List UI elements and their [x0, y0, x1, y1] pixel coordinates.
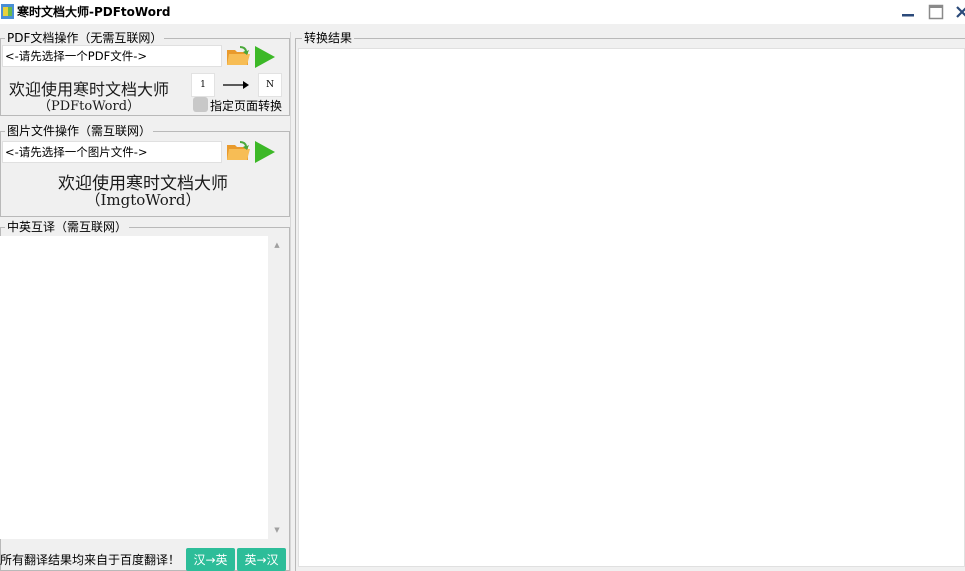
minimize-button[interactable] — [898, 2, 918, 22]
scroll-up-icon[interactable]: ▲ — [268, 238, 286, 252]
translate-group-title: 中英互译（需互联网） — [5, 220, 130, 234]
image-group-title: 图片文件操作（需互联网） — [5, 124, 154, 138]
en-to-zh-button[interactable]: 英→汉 — [237, 548, 286, 571]
arrow-right-icon — [223, 81, 249, 89]
translate-text-area[interactable] — [0, 236, 286, 539]
pdf-start-button[interactable] — [254, 45, 276, 69]
pdf-welcome-line2: （PDFtoWord） — [37, 99, 141, 114]
pdf-group-title: PDF文档操作（无需互联网） — [5, 31, 165, 45]
minimize-icon — [902, 14, 914, 17]
specify-pages-label: 指定页面转换 — [210, 99, 283, 113]
maximize-button[interactable] — [926, 2, 946, 22]
app-icon — [1, 4, 14, 19]
close-icon — [956, 6, 965, 18]
zh-to-en-button[interactable]: 汉→英 — [186, 548, 235, 571]
window-title: 寒时文档大师-PDFtoWord — [17, 5, 171, 19]
result-text-area[interactable] — [298, 48, 965, 567]
image-welcome-line2: （ImgtoWord） — [85, 191, 201, 209]
title-bar: 寒时文档大师-PDFtoWord — [0, 0, 965, 24]
maximize-icon — [928, 4, 944, 20]
scroll-down-icon[interactable]: ▼ — [268, 523, 286, 537]
result-group-title: 转换结果 — [302, 31, 355, 45]
close-button[interactable] — [952, 2, 965, 22]
image-open-folder-button[interactable] — [226, 139, 252, 163]
page-to-input[interactable]: N — [258, 73, 282, 97]
folder-open-icon — [227, 46, 250, 65]
page-from-input[interactable]: 1 — [191, 73, 215, 97]
translate-scrollbar[interactable]: ▲ ▼ — [268, 236, 286, 539]
pdf-open-folder-button[interactable] — [226, 44, 252, 68]
panel-splitter[interactable] — [290, 32, 291, 571]
specify-pages-checkbox[interactable] — [193, 97, 208, 112]
play-icon — [255, 141, 275, 163]
play-icon — [255, 46, 275, 68]
translation-source-note: 所有翻译结果均来自于百度翻译！ — [0, 553, 181, 567]
folder-open-icon — [227, 141, 250, 160]
image-file-input[interactable]: <-请先选择一个图片文件-> — [2, 141, 222, 163]
pdf-file-input[interactable]: <-请先选择一个PDF文件-> — [2, 45, 222, 67]
image-start-button[interactable] — [254, 140, 276, 164]
